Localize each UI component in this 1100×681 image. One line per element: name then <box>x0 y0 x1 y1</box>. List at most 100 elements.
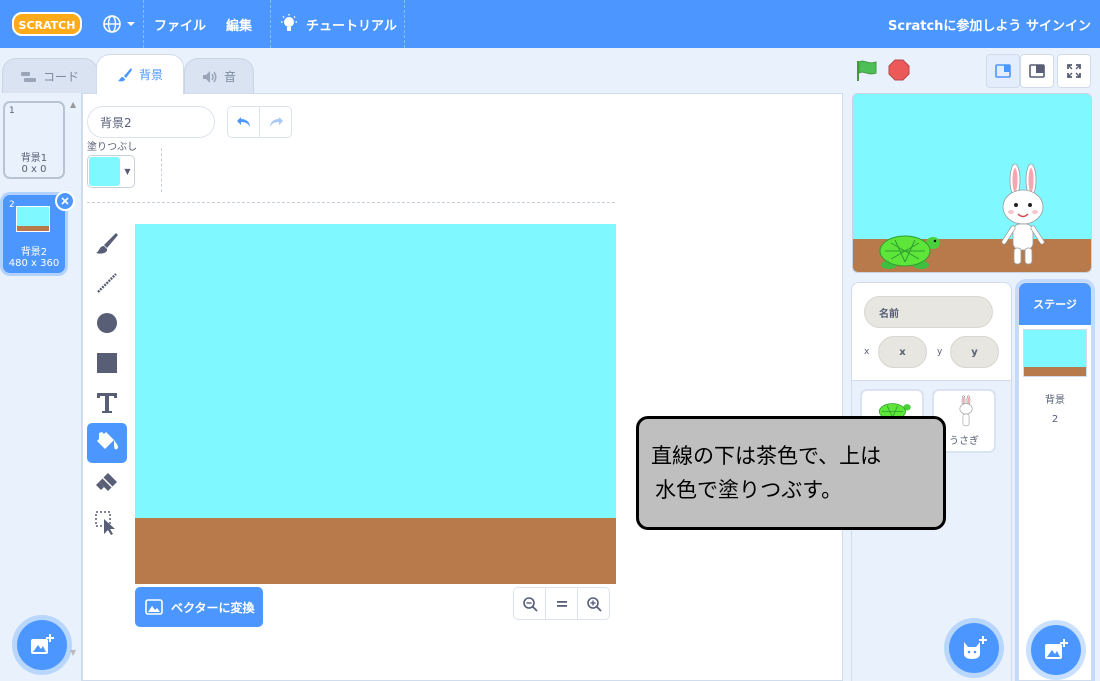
divider <box>87 202 615 203</box>
globe-icon <box>103 15 121 33</box>
rabbit-sprite[interactable] <box>998 162 1048 266</box>
zoom-out-button[interactable] <box>514 588 545 619</box>
zoom-out-icon <box>522 596 538 612</box>
stage-header: ステージ <box>1019 283 1091 325</box>
backdrop-name-input[interactable] <box>87 106 215 138</box>
rectangle-tool[interactable] <box>87 343 127 383</box>
y-label: y <box>937 347 943 357</box>
join-scratch-link[interactable]: Scratchに参加しよう <box>888 0 1021 48</box>
tab-backdrops[interactable]: 背景 <box>96 54 184 94</box>
scratch-logo[interactable]: SCRATCH <box>12 11 82 37</box>
paint-canvas[interactable] <box>135 224 616 584</box>
backdrop-tile-selected[interactable]: 2 背景2 480 x 360 <box>3 191 75 273</box>
tab-sounds-label: 音 <box>223 70 236 84</box>
stop-icon <box>888 59 910 81</box>
add-image-icon <box>1045 639 1068 659</box>
stage-selector[interactable]: ステージ 背景 2 <box>1018 282 1092 681</box>
stage-thumbnail <box>1023 329 1087 377</box>
zoom-controls <box>513 587 610 620</box>
undo-icon <box>236 117 250 127</box>
brush-icon <box>96 233 118 254</box>
convert-to-vector-label: ベクターに変換 <box>171 600 255 615</box>
backdrop-name: 背景2 <box>20 247 48 258</box>
rabbit-icon <box>959 395 973 427</box>
convert-to-vector-button[interactable]: ベクターに変換 <box>135 587 263 627</box>
close-icon <box>61 197 69 205</box>
circle-icon <box>97 313 117 333</box>
small-stage-button[interactable] <box>986 54 1020 88</box>
scroll-down-arrow[interactable]: ▼ <box>70 648 76 657</box>
eraser-icon <box>96 473 117 491</box>
backdrop-name: 背景1 <box>20 153 48 164</box>
language-menu[interactable] <box>96 0 142 48</box>
line-tool[interactable] <box>87 263 127 303</box>
scroll-up-arrow[interactable]: ▲ <box>70 100 76 109</box>
backdrop-label: 背景 <box>1045 395 1065 406</box>
backdrop-size: 480 x 360 <box>8 258 60 269</box>
text-tool[interactable] <box>87 383 127 423</box>
file-menu[interactable]: ファイル <box>154 0 206 48</box>
callout-line-2: 水色で塗りつぶす。 <box>655 478 843 502</box>
caret-down-icon: ▼ <box>124 167 131 176</box>
zoom-reset-button[interactable] <box>545 588 577 619</box>
tab-backdrops-label: 背景 <box>138 68 163 82</box>
sprite-name-field[interactable]: 名前 <box>864 296 993 328</box>
menu-bar: SCRATCH ファイル 編集 チュートリアル Scratchに参加しよう サイ… <box>0 0 1100 48</box>
redo-button[interactable] <box>259 107 291 137</box>
green-flag-button[interactable] <box>855 59 879 83</box>
small-stage-icon <box>995 64 1011 78</box>
sprite-info: 名前 x x y y <box>852 283 1011 381</box>
add-image-icon <box>31 634 54 654</box>
brush-tool[interactable] <box>87 224 127 264</box>
backdrop-list: 1 背景1 0 x 0 2 背景2 480 x 360 <box>0 93 82 681</box>
fill-label: 塗りつぶし <box>87 142 138 153</box>
redo-icon <box>269 117 283 127</box>
turtle-sprite[interactable] <box>875 231 941 273</box>
delete-backdrop-button[interactable] <box>55 191 75 211</box>
large-stage-icon <box>1029 64 1045 78</box>
rectangle-icon <box>97 353 117 373</box>
eraser-tool[interactable] <box>87 463 127 503</box>
backdrop-tile[interactable]: 1 背景1 0 x 0 <box>3 101 65 179</box>
divider <box>161 148 162 192</box>
text-icon <box>97 393 117 413</box>
tab-code[interactable]: コード <box>2 58 98 94</box>
ground-area <box>135 518 616 584</box>
select-icon <box>95 511 115 535</box>
stop-button[interactable] <box>888 59 910 81</box>
brush-icon <box>117 67 132 81</box>
fill-color-picker[interactable]: ▼ <box>87 155 135 188</box>
y-field[interactable]: y <box>950 336 999 368</box>
x-field[interactable]: x <box>878 336 927 368</box>
fill-tool[interactable] <box>87 423 127 463</box>
choose-backdrop-button[interactable] <box>1031 625 1081 675</box>
undo-button[interactable] <box>228 107 259 137</box>
fill-icon <box>97 432 118 450</box>
stage[interactable] <box>852 93 1092 273</box>
large-stage-button[interactable] <box>1020 54 1054 88</box>
equals-icon <box>556 600 567 607</box>
lightbulb-icon <box>281 14 297 31</box>
fill-color-swatch <box>89 157 120 186</box>
circle-tool[interactable] <box>87 303 127 343</box>
menu-divider <box>270 0 271 48</box>
undo-redo-group <box>227 106 292 138</box>
tutorials-menu[interactable]: チュートリアル <box>280 0 397 48</box>
sign-in-link[interactable]: サインイン <box>1026 0 1091 48</box>
svg-text:SCRATCH: SCRATCH <box>19 19 76 32</box>
tutorials-label: チュートリアル <box>306 18 397 34</box>
menu-divider <box>143 0 144 48</box>
choose-sprite-button[interactable] <box>949 623 999 673</box>
select-tool[interactable] <box>87 503 127 543</box>
choose-backdrop-button[interactable] <box>17 620 67 670</box>
fullscreen-button[interactable] <box>1057 54 1091 88</box>
speaker-icon <box>202 70 217 83</box>
tab-sounds[interactable]: 音 <box>184 58 254 94</box>
edit-menu[interactable]: 編集 <box>226 0 252 48</box>
menu-divider <box>404 0 405 48</box>
zoom-in-button[interactable] <box>577 588 609 619</box>
backdrop-number: 2 <box>9 200 15 210</box>
green-flag-icon <box>857 60 877 81</box>
backdrop-number: 1 <box>9 106 15 116</box>
fullscreen-icon <box>1067 64 1081 78</box>
